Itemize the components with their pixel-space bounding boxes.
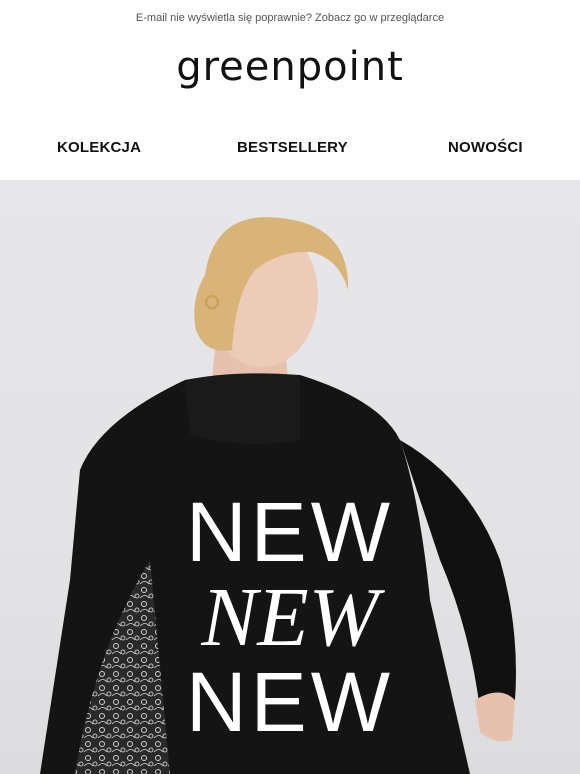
hero-headline-line1: NEW — [186, 485, 394, 579]
hero-headline-line2: NEW — [201, 571, 379, 664]
brand-logo[interactable]: greenpoint — [0, 44, 580, 90]
email-page: E-mail nie wyświetla się poprawnie? Zoba… — [0, 0, 580, 774]
preheader: E-mail nie wyświetla się poprawnie? Zoba… — [0, 12, 580, 24]
nav-item-nowosci[interactable]: NOWOŚCI — [448, 139, 523, 156]
main-nav: KOLEKCJA BESTSELLERY NOWOŚCI — [0, 139, 580, 163]
view-in-browser-link[interactable]: E-mail nie wyświetla się poprawnie? Zoba… — [136, 12, 444, 24]
hero-banner[interactable]: NEW NEW NEW — [0, 180, 580, 774]
hero-headline-line3: NEW — [186, 655, 394, 749]
nav-item-bestsellery[interactable]: BESTSELLERY — [237, 139, 348, 156]
nav-item-kolekcja[interactable]: KOLEKCJA — [57, 139, 141, 156]
